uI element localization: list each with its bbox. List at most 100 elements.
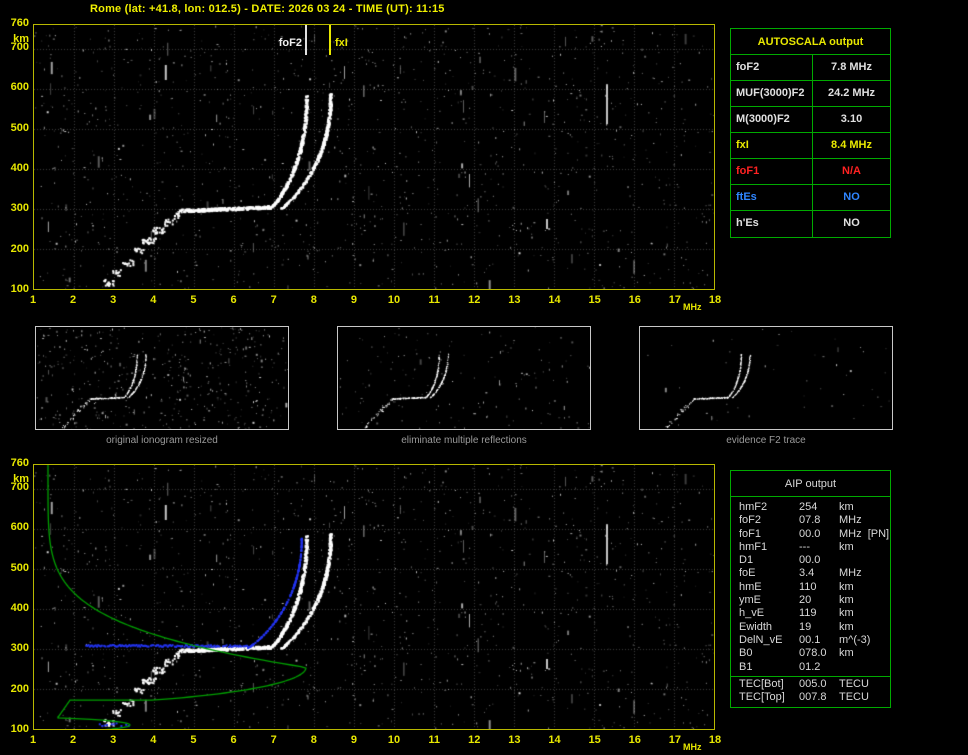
aip-row-label: D1 [739,554,754,567]
autoscala-row-3: fxI 8.4 MHz [731,133,890,159]
x-tick-label: 4 [150,734,157,746]
aip-row-unit: TECU [839,677,869,690]
y-tick-label: 500 [10,121,29,134]
autoscala-row-label: M(3000)F2 [731,107,813,132]
x-tick-label: 10 [387,294,401,306]
thumbnail-0: original ionogram resized [35,326,289,446]
x-tick-label: 12 [468,294,481,306]
y-tick-label: 400 [10,162,29,175]
x-tick-label: 1 [29,294,37,306]
marker-label-fxI: fxI [335,37,348,49]
autoscala-row-2: M(3000)F2 3.10 [731,107,890,133]
y-tick-label: 760 [10,17,29,29]
x-tick-label: 15 [588,294,601,306]
aip-output-table: AIP output hmF2 254 km foF2 07.8 MHz foF1 00.0 M… [730,470,891,709]
autoscala-table-rows: foF2 7.8 MHz MUF(3000)F2 24.2 MHz M(3000)F2 3… [731,55,890,237]
aip-row-1: foF2 07.8 MHz [739,514,890,527]
aip-row-value: 07.8 [799,514,821,527]
aip-row-2: foF1 00.0 MHz [PN] [739,528,890,541]
x-tick-label: 18 [708,734,722,746]
autoscala-row-value: 24.2 MHz [827,87,876,99]
y-tick-label: 200 [10,682,29,695]
thumbnail-caption: original ionogram resized [106,435,218,446]
aip-row-11: B0 078.0 km [739,647,890,660]
thumbnail-image-0 [35,326,289,430]
autoscala-row-value: NO [843,191,860,203]
x-tick-label: 9 [350,734,357,746]
aip-row-value: --- [799,540,810,553]
aip-row-7: ymE 20 km [739,594,890,607]
autoscala-row-label: foF1 [731,159,813,184]
thumbnail-canvas-2 [640,327,892,429]
x-tick-label: 7 [270,294,277,306]
aip-row-unit: km [839,647,854,660]
y-axis-unit: km [13,33,29,45]
aip-row-label: h_vE [739,607,765,620]
aip-row-label: foF1 [739,527,762,540]
autoscala-row-1: MUF(3000)F2 24.2 MHz [731,81,890,107]
y-tick-label: 500 [10,561,29,574]
autoscala-row-0: foF2 7.8 MHz [731,55,890,81]
x-tick-label: 5 [190,734,197,746]
y-tick-label: 600 [10,81,29,94]
x-tick-label: 16 [628,734,641,746]
thumbnail-canvas-0 [36,327,288,429]
x-tick-label: 6 [230,294,237,306]
aip-row-label: B0 [739,647,753,660]
aip-row-12: B1 01.2 [739,661,890,674]
top-ionogram-canvas [34,25,714,289]
aip-row-14: TEC[Top] 007.8 TECU [739,691,890,704]
aip-row-label: hmF1 [739,540,768,553]
aip-row-5: foE 3.4 MHz [739,567,890,580]
aip-row-unit: MHz [PN] [839,527,890,540]
y-tick-label: 760 [10,457,29,469]
bottom-ionogram-plot [33,464,715,730]
x-tick-label: 3 [110,734,117,746]
autoscala-row-label: ftEs [731,185,813,210]
autoscala-row-5: ftEs NO [731,185,890,211]
x-tick-label: 5 [190,294,197,306]
aip-row-value: 078.0 [799,647,827,660]
header-title: Rome (lat: +41.8, lon: 012.5) - DATE: 20… [90,3,445,15]
aip-row-label: TEC[Bot] [739,677,784,690]
x-tick-label: 7 [270,734,277,746]
aip-row-label: foE [739,567,756,580]
autoscala-row-value: N/A [842,165,861,177]
x-tick-label: 9 [350,294,357,306]
aip-row-value: 007.8 [799,691,827,704]
autoscala-row-label: h'Es [731,211,813,237]
aip-row-value: 3.4 [799,567,815,580]
x-tick-label: 15 [588,734,601,746]
aip-row-0: hmF2 254 km [739,501,890,514]
marker-line-foF2 [305,25,307,55]
thumbnail-image-2 [639,326,893,430]
aip-row-label: foF2 [739,514,762,527]
x-tick-label: 13 [508,734,521,746]
x-tick-label: 10 [387,734,401,746]
aip-row-unit [839,554,890,567]
y-tick-label: 300 [10,202,29,215]
bottom-ionogram-canvas [34,465,714,729]
aip-row-unit: km [839,501,854,513]
y-tick-label: 400 [10,602,29,615]
x-tick-label: 2 [70,294,77,306]
autoscala-row-value: NO [843,217,860,229]
x-tick-label: 8 [310,734,317,746]
x-tick-label: 12 [468,734,481,746]
aip-row-6: hmE 110 km [739,581,890,594]
autoscala-row-label: fxI [731,133,813,158]
aip-row-unit: km [839,540,854,553]
thumbnail-2: evidence F2 trace [639,326,893,446]
aip-row-value: 00.1 [799,633,821,646]
aip-row-8: h_vE 119 km [739,607,890,620]
aip-row-label: hmF2 [739,501,768,513]
aip-row-3: hmF1 --- km [739,541,890,554]
aip-row-unit: km [839,594,854,607]
autoscala-row-6: h'Es NO [731,211,890,237]
x-tick-label: 6 [230,734,237,746]
autoscala-row-label: MUF(3000)F2 [731,81,813,106]
aip-table-rows: hmF2 254 km foF2 07.8 MHz foF1 00.0 MHz [PN] hmF1… [731,497,890,707]
aip-row-value: 005.0 [799,677,827,690]
marker-line-fxI [329,25,331,55]
aip-row-unit: km [839,580,854,593]
